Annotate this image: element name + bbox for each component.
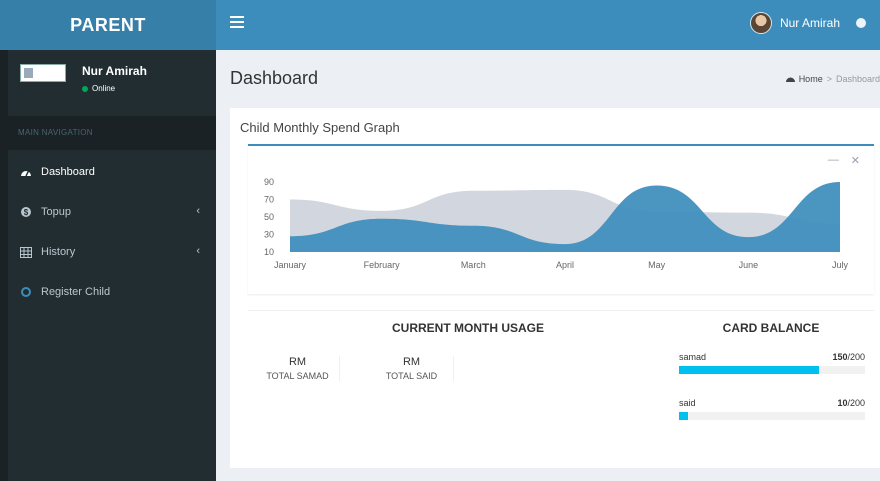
balance-name: said <box>679 398 696 408</box>
progress-fill <box>679 412 689 420</box>
user-status: Online <box>82 84 115 93</box>
chart-panel: — ✕ 90 70 50 30 10 January February March April M… <box>248 144 874 294</box>
stat-label: TOTAL SAID <box>385 371 438 381</box>
balance-name: samad <box>679 352 707 362</box>
stat-value: RM <box>402 356 421 368</box>
sidebar-item-label: History <box>41 246 76 258</box>
status-label: Online <box>92 84 116 93</box>
section-divider <box>248 310 874 311</box>
balance-max: /200 <box>847 398 865 408</box>
chevron-left-icon: ‹ <box>196 245 200 257</box>
svg-text:$: $ <box>24 208 29 217</box>
balance-max: /200 <box>847 352 865 362</box>
top-navbar: Nur Amirah <box>216 0 880 50</box>
stat-total-said: RM TOTAL SAID <box>370 356 454 381</box>
user-image <box>20 64 66 82</box>
y-tick-label: 10 <box>264 247 274 257</box>
progress-track <box>679 366 865 374</box>
balance-amount-group: 10/200 <box>837 398 865 408</box>
usage-title: CURRENT MONTH USAGE <box>392 321 544 335</box>
y-tick-label: 90 <box>264 177 274 187</box>
sidebar-item-label: Register Child <box>41 286 111 298</box>
sidebar-item-topup[interactable]: $ Topup ‹ <box>8 192 216 232</box>
breadcrumb-separator: > <box>826 74 832 84</box>
x-tick-label: March <box>461 260 486 270</box>
main-navigation-header: MAIN NAVIGATION <box>8 116 216 150</box>
balance-amount: 150 <box>832 352 848 362</box>
x-tick-label: February <box>364 260 401 270</box>
sidebar-item-history[interactable]: History ‹ <box>8 232 216 272</box>
sidebar-item-dashboard[interactable]: Dashboard <box>8 152 216 192</box>
breadcrumb-current: Dashboard <box>835 74 880 84</box>
chevron-left-icon: ‹ <box>196 205 200 217</box>
x-tick-label: April <box>556 260 574 270</box>
user-panel: Nur Amirah Online <box>20 60 210 108</box>
sidebar-toggle-icon[interactable] <box>230 16 244 30</box>
balance-progress-said: said 10/200 <box>679 398 865 420</box>
x-tick-label: July <box>832 260 849 270</box>
sidebar-menu: Dashboard $ Topup ‹ History ‹ Register C… <box>8 152 216 312</box>
sidebar-user-name: Nur Amirah <box>82 64 147 78</box>
app-logo[interactable]: PARENT <box>0 0 216 50</box>
x-tick-label: June <box>739 260 759 270</box>
y-tick-label: 30 <box>264 230 274 240</box>
progress-fill <box>679 366 819 374</box>
dashboard-box: Child Monthly Spend Graph — ✕ 90 70 50 30 10… <box>230 108 880 468</box>
home-icon <box>785 74 795 84</box>
y-tick-label: 70 <box>264 195 274 205</box>
sidebar-item-label: Dashboard <box>41 166 95 178</box>
settings-icon[interactable] <box>856 18 866 28</box>
stat-value: RM <box>288 356 307 368</box>
sidebar: Nur Amirah Online MAIN NAVIGATION Dashbo… <box>0 50 216 481</box>
y-tick-label: 50 <box>264 212 274 222</box>
x-tick-label: May <box>648 260 666 270</box>
page-title: Dashboard <box>230 68 319 88</box>
money-icon: $ <box>20 206 32 218</box>
content-header: Dashboard Home > Dashboard <box>216 50 880 104</box>
balance-progress-samad: samad 150/200 <box>679 352 865 374</box>
balance-amount-group: 150/200 <box>832 352 865 362</box>
sidebar-item-label: Topup <box>41 206 71 218</box>
circle-icon <box>20 286 32 298</box>
breadcrumb: Home > Dashboard <box>785 74 880 84</box>
stat-total-samad: RM TOTAL SAMAD <box>256 356 340 381</box>
progress-track <box>679 412 865 420</box>
spend-chart: 90 70 50 30 10January February March April May Ju… <box>264 177 849 270</box>
balance-amount: 10 <box>837 398 848 408</box>
navbar-user-name: Nur Amirah <box>779 16 840 30</box>
stat-label: TOTAL SAMAD <box>266 371 329 381</box>
table-icon <box>20 246 32 258</box>
breadcrumb-home[interactable]: Home <box>799 74 823 84</box>
online-status-icon <box>82 85 88 92</box>
dashboard-icon <box>20 166 32 178</box>
user-menu[interactable]: Nur Amirah <box>749 12 866 34</box>
x-tick-label: January <box>274 260 307 270</box>
sidebar-item-register-child[interactable]: Register Child <box>8 272 216 312</box>
card-balance-title: CARD BALANCE <box>722 321 820 335</box>
user-avatar <box>749 12 772 34</box>
graph-title: Child Monthly Spend Graph <box>240 120 400 135</box>
